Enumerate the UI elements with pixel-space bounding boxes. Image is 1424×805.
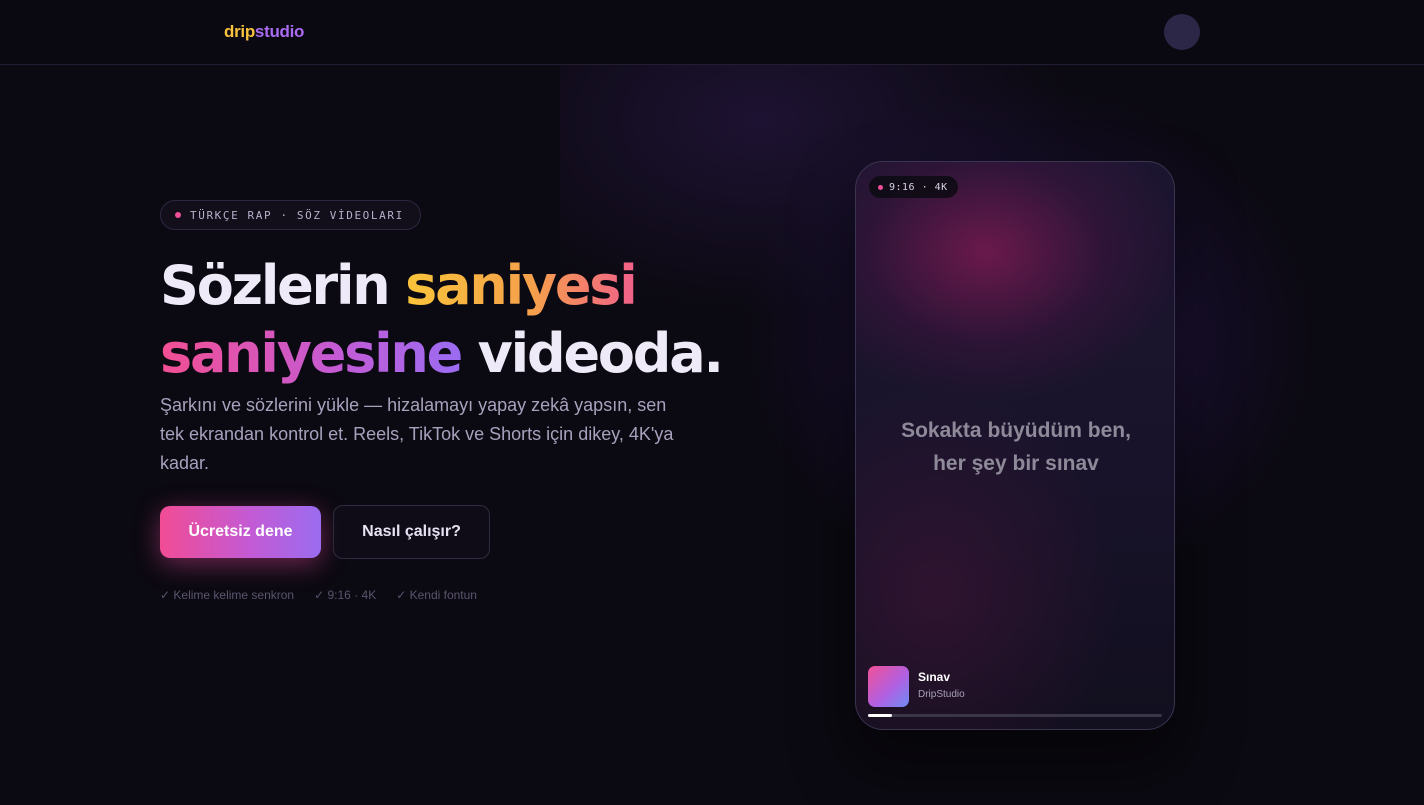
hero-headline: Sözlerin saniyesi saniyesine videoda. [160,252,780,388]
feature-list: ✓ Kelime kelime senkron ✓ 9:16 · 4K ✓ Ke… [160,588,477,602]
top-navbar: dripstudio [0,0,1424,65]
lyric-text: Sokakta büyüdüm ben, her şey bir sınav [856,414,1174,480]
playback-progress-fill [868,714,892,717]
pill-label: TÜRKÇE RAP · SÖZ VİDEOLARI [190,208,404,222]
video-preview-phone: 9:16 · 4K Sokakta büyüdüm ben, her şey b… [855,161,1175,730]
headline-word-1: Sözlerin [160,254,406,317]
playback-progress-bar[interactable] [868,714,1162,717]
lyric-line-2: her şey bir sınav [933,452,1099,475]
track-title: Sınav [918,670,951,684]
format-badge: 9:16 · 4K [869,176,958,198]
brand-logo[interactable]: dripstudio [224,22,304,42]
logo-part-drip: drip [224,22,255,41]
hero-description: Şarkını ve sözlerini yükle — hizalamayı … [160,395,674,473]
badge-dot [878,184,883,190]
lyric-line-1: Sokakta büyüdüm ben, [901,419,1131,442]
track-artwork [868,666,909,707]
try-free-button[interactable]: Ücretsiz dene [160,506,321,558]
feature-item-sync: ✓ Kelime kelime senkron [160,588,295,602]
headline-word-2: videoda. [461,322,724,385]
how-it-works-button[interactable]: Nasıl çalışır? [333,505,490,559]
user-avatar[interactable] [1164,14,1200,50]
feature-item-font: ✓ Kendi fontun [396,588,477,602]
track-artist: DripStudio [918,689,965,700]
logo-part-studio: studio [254,22,305,41]
category-pill: TÜRKÇE RAP · SÖZ VİDEOLARI [160,200,421,230]
headline-highlight-1: saniyesi [405,254,638,317]
format-badge-label: 9:16 · 4K [889,181,948,193]
feature-item-format: ✓ 9:16 · 4K [314,588,377,602]
pill-dot [175,212,181,218]
headline-highlight-2: saniyesine [160,322,463,385]
